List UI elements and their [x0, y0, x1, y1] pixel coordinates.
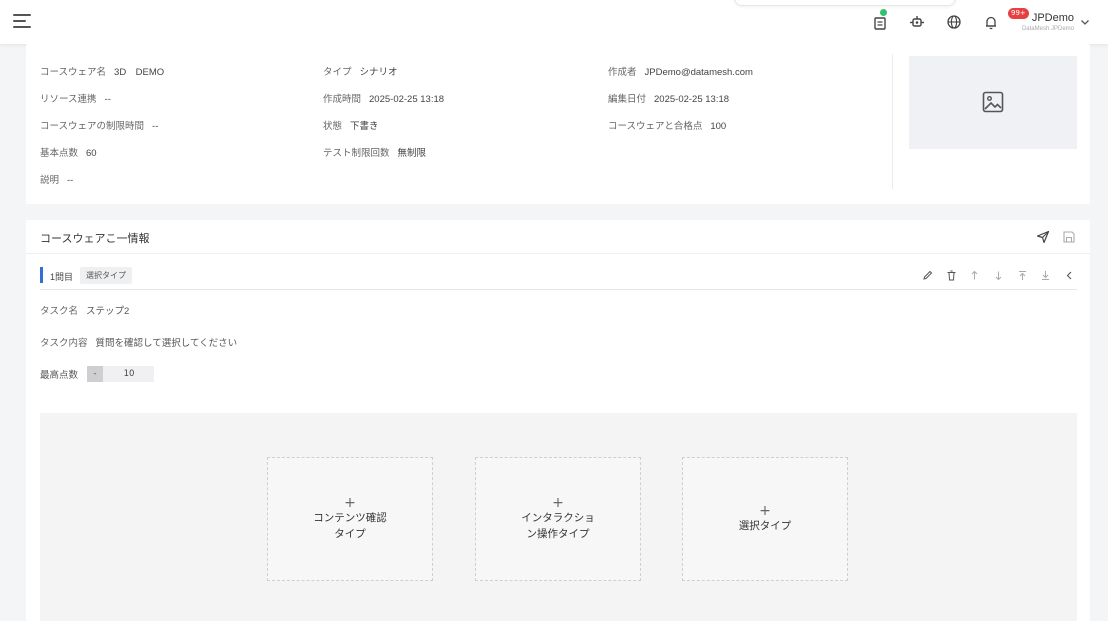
user-menu[interactable]: JPDemo DataMesh JPDemo [1014, 11, 1094, 37]
menu-toggle-icon[interactable] [13, 14, 31, 30]
task-type-area: + コンテンツ確認 タイプ + インタラクショ ン操作タイプ + 選択タイプ [40, 413, 1077, 621]
task-content-row: タスク内容 質問を確認して選択してください [40, 338, 238, 349]
field-courseware-name: コースウェア名 3D DEMO [40, 67, 165, 78]
add-content-check-type-button[interactable]: + コンテンツ確認 タイプ [267, 457, 433, 581]
field-base-score: 基本点数 60 [40, 148, 97, 159]
field-description: 説明 -- [40, 175, 74, 186]
thumbnail-placeholder[interactable] [909, 56, 1077, 149]
task-name-row: タスク名 ステップ2 [40, 306, 130, 317]
robot-icon[interactable] [908, 13, 926, 31]
arrow-up-icon[interactable] [969, 270, 980, 281]
task-info-card: コースウェアこ一情報 1問目 選択タイプ タスク名 ステップ2 タスク内容 質問を確… [26, 220, 1090, 621]
dropdown-panel-edge [734, 0, 956, 6]
arrow-down-icon[interactable] [993, 270, 1004, 281]
globe-icon[interactable] [945, 13, 963, 31]
top-bar: 99+ JPDemo DataMesh JPDemo [0, 0, 1108, 44]
field-created: 作成時間 2025-02-25 13:18 [323, 94, 445, 105]
question-accent-bar [40, 267, 43, 283]
header-divider [26, 253, 1090, 254]
field-edited: 編集日付 2025-02-25 13:18 [608, 94, 730, 105]
max-score-label: 最高点数 [40, 370, 79, 381]
question-type-tag: 選択タイプ [80, 267, 132, 284]
field-status: 状態 下書き [323, 121, 379, 132]
field-pass-score: コースウェアと合格点 100 [608, 121, 727, 132]
move-to-bottom-icon[interactable] [1040, 270, 1051, 281]
field-type: タイプ シナリオ [323, 67, 398, 78]
question-number: 1問目 [50, 272, 74, 282]
bell-icon[interactable] [982, 13, 1000, 31]
add-interaction-type-button[interactable]: + インタラクショ ン操作タイプ [475, 457, 641, 581]
image-icon [982, 91, 1004, 113]
send-icon[interactable] [1036, 230, 1050, 244]
status-ok-dot [879, 8, 888, 17]
max-score-stepper[interactable]: - 10 [87, 366, 154, 382]
chevron-left-icon[interactable] [1064, 270, 1075, 281]
decrement-button[interactable]: - [87, 366, 103, 382]
section-title: コースウェアこ一情報 [40, 233, 150, 245]
save-icon[interactable] [1062, 230, 1076, 244]
question-divider [40, 289, 1077, 290]
move-to-top-icon[interactable] [1017, 270, 1028, 281]
field-author: 作成者 JPDemo@datamesh.com [608, 67, 753, 78]
courseware-info-card: コースウェア名 3D DEMO タイプ シナリオ 作成者 JPDemo@datames… [26, 44, 1090, 204]
task-status-icon[interactable] [871, 8, 889, 31]
field-resource: リソース連携 -- [40, 94, 111, 105]
field-test-limit: テスト制限回数 無制限 [323, 148, 427, 159]
field-time-limit: コースウェアの制限時間 -- [40, 121, 159, 132]
user-subtitle: DataMesh JPDemo [1021, 26, 1074, 32]
add-selection-type-button[interactable]: + 選択タイプ [682, 457, 848, 581]
divider [892, 54, 893, 189]
user-name: JPDemo [1031, 12, 1074, 24]
chevron-down-icon [1081, 20, 1089, 25]
max-score-value[interactable]: 10 [109, 366, 149, 382]
delete-icon[interactable] [946, 270, 957, 281]
edit-icon[interactable] [922, 270, 933, 281]
